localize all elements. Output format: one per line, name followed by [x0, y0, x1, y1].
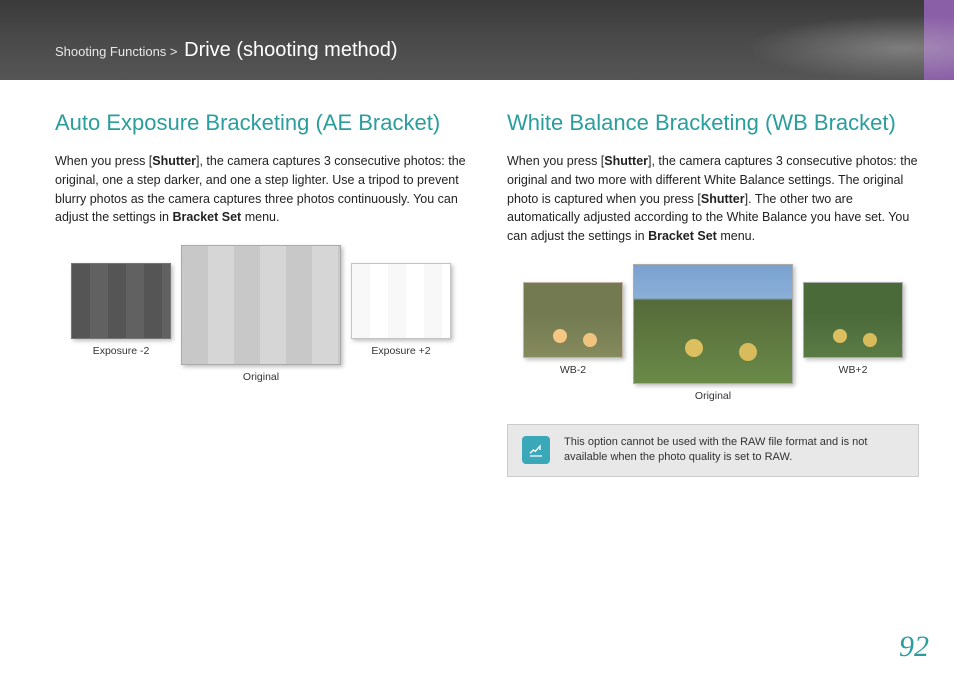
ae-photo-dark: [71, 263, 171, 339]
note-box: This option cannot be used with the RAW …: [507, 424, 919, 477]
ae-image-center: Original: [181, 245, 341, 383]
ae-photo-light: [351, 263, 451, 339]
wb-image-right: WB+2: [803, 264, 903, 376]
ae-image-right: Exposure +2: [351, 245, 451, 357]
wb-photo-plus: [803, 282, 903, 358]
breadcrumb-separator: >: [166, 44, 181, 59]
content-area: Auto Exposure Bracketing (AE Bracket) Wh…: [0, 80, 954, 477]
note-text: This option cannot be used with the RAW …: [564, 435, 904, 466]
wb-image-row: WB-2 Original WB+2: [507, 264, 919, 402]
breadcrumb-section: Shooting Functions: [55, 44, 166, 59]
page-title: Drive (shooting method): [184, 39, 397, 61]
ae-caption-left: Exposure -2: [71, 345, 171, 357]
wb-image-left: WB-2: [523, 264, 623, 376]
wb-heading: White Balance Bracketing (WB Bracket): [507, 110, 919, 136]
wb-photo-minus: [523, 282, 623, 358]
ae-description: When you press [Shutter], the camera cap…: [55, 152, 467, 227]
wb-description: When you press [Shutter], the camera cap…: [507, 152, 919, 246]
page-number: 92: [899, 630, 929, 664]
ae-caption-right: Exposure +2: [351, 345, 451, 357]
left-column: Auto Exposure Bracketing (AE Bracket) Wh…: [55, 110, 467, 477]
wb-caption-right: WB+2: [803, 364, 903, 376]
wb-image-center: Original: [633, 264, 793, 402]
right-column: White Balance Bracketing (WB Bracket) Wh…: [507, 110, 919, 477]
ae-image-row: Exposure -2 Original Exposure +2: [55, 245, 467, 383]
wb-caption-center: Original: [633, 390, 793, 402]
ae-photo-original: [181, 245, 341, 365]
accent-bar: [924, 0, 954, 80]
ae-caption-center: Original: [181, 371, 341, 383]
wb-photo-original: [633, 264, 793, 384]
wb-caption-left: WB-2: [523, 364, 623, 376]
page-header: Shooting Functions > Drive (shooting met…: [0, 0, 954, 80]
breadcrumb: Shooting Functions > Drive (shooting met…: [55, 39, 398, 62]
note-icon: [522, 436, 550, 464]
ae-heading: Auto Exposure Bracketing (AE Bracket): [55, 110, 467, 136]
ae-image-left: Exposure -2: [71, 245, 171, 357]
